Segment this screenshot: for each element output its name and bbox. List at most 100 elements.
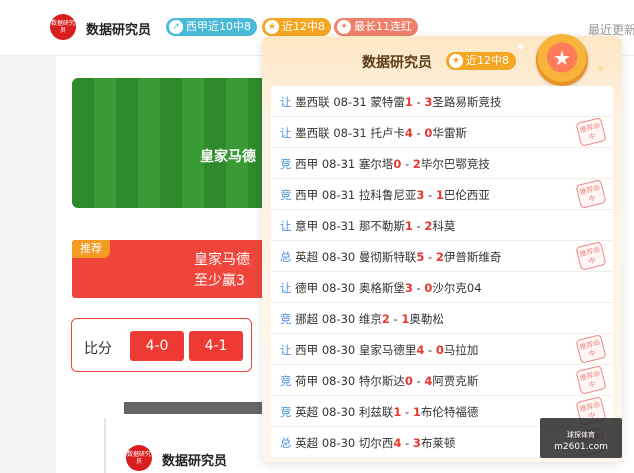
score-separator: - [412,219,425,233]
score-separator: - [401,405,413,419]
avatar-text: 数据研究员 [50,20,75,34]
sparkle-icon: ✦ [516,40,527,54]
away-team: 布莱顿 [420,436,456,450]
recent-record-tag: ★ 近12中8 [446,52,516,70]
match-date: 08-30 [321,281,356,295]
avatar[interactable]: 数据研究员 [50,14,76,40]
record-popup: ✦ ✦ 数据研究员 ★ 近12中8 ★ 让 墨西联 08-31 蒙特雷1 - 3… [262,34,622,462]
league: 英超 [295,250,319,264]
sparkle-icon: ✦ [596,62,607,76]
match-date: 08-31 [321,219,356,233]
score-separator: - [389,312,402,326]
home-score: 1 [404,95,413,109]
score-prediction: 比分 4-0 4-1 [71,318,252,372]
tag-label: 最长11连红 [354,20,412,33]
league-record-tag[interactable]: ↗ 西甲近10中8 [166,18,257,36]
away-team: 圣路易斯竞技 [432,95,502,109]
score-option[interactable]: 4-1 [189,331,243,361]
recent-record-tag[interactable]: ★ 近12中8 [262,18,331,36]
list-item[interactable]: 让 墨西联 08-31 蒙特雷1 - 3圣路易斯竞技 [271,86,613,117]
match-record: 让 墨西联 08-31 蒙特雷1 - 3圣路易斯竞技 [280,94,501,110]
away-team: 伊普斯维奇 [443,250,502,264]
away-team: 沙尔克04 [432,281,482,295]
away-team: 毕尔巴鄂竞技 [420,157,490,171]
list-item[interactable]: 竞 西甲 08-31 塞尔塔0 - 2毕尔巴鄂竞技 [271,148,613,179]
home-team: 利兹联 [358,405,394,419]
match-date: 08-30 [321,436,356,450]
avatar[interactable]: 数据研究员 [126,445,152,471]
list-item[interactable]: 竞 西甲 08-31 拉科鲁尼亚3 - 1巴伦西亚 推荐命中 [271,179,613,210]
away-score: 1 [435,188,444,202]
expert-name[interactable]: 数据研究员 [86,19,151,38]
fire-icon: ✦ [337,20,351,34]
match-record: 让 西甲 08-30 皇家马德里4 - 0马拉加 [280,342,478,358]
list-item[interactable]: 让 墨西联 08-31 托卢卡4 - 0华雷斯 推荐命中 [271,117,613,148]
match-record: 竞 西甲 08-31 塞尔塔0 - 2毕尔巴鄂竞技 [280,156,490,172]
home-team: 奥格斯堡 [358,281,405,295]
list-item[interactable]: 让 西甲 08-30 皇家马德里4 - 0马拉加 推荐命中 [271,334,613,365]
banner-title: 皇家马德 [200,149,256,165]
streak-tag[interactable]: ✦ 最长11连红 [334,18,418,36]
list-item[interactable]: 让 意甲 08-31 那不勒斯1 - 2科莫 [271,210,613,241]
score-separator: - [401,157,413,171]
match-date: 08-31 [321,157,356,171]
league: 墨西联 [295,95,330,109]
list-item[interactable]: 让 德甲 08-30 奥格斯堡3 - 0沙尔克04 [271,272,613,303]
bet-type: 竞 [280,188,292,202]
home-team: 特尔斯达 [358,374,405,388]
score-label: 比分 [84,341,112,357]
list-item[interactable]: 竞 荷甲 08-30 特尔斯达0 - 4阿贾克斯 推荐命中 [271,365,613,396]
match-date: 08-31 [321,188,356,202]
match-record: 总 英超 08-30 曼彻斯特联5 - 2伊普斯维奇 [280,249,501,265]
divider [104,418,106,473]
avatar-text: 数据研究员 [126,451,151,465]
league: 西甲 [295,188,319,202]
home-team: 塞尔塔 [358,157,394,171]
match-record: 让 墨西联 08-31 托卢卡4 - 0华雷斯 [280,125,467,141]
bet-type: 总 [280,436,292,450]
match-record: 竞 荷甲 08-30 特尔斯达0 - 4阿贾克斯 [280,373,478,389]
away-team: 布伦特福德 [420,405,479,419]
home-team: 那不勒斯 [358,219,405,233]
score-option[interactable]: 4-0 [130,331,184,361]
list-item[interactable]: 总 英超 08-30 曼彻斯特联5 - 2伊普斯维奇 推荐命中 [271,241,613,272]
list-item[interactable]: 竞 挪超 08-30 维京2 - 1奥勒松 [271,303,613,334]
home-score: 2 [381,312,390,326]
bet-type: 总 [280,250,292,264]
score-separator: - [412,95,425,109]
league: 英超 [295,436,319,450]
league: 西甲 [295,343,319,357]
bet-type: 竞 [280,374,292,388]
match-record: 让 德甲 08-30 奥格斯堡3 - 0沙尔克04 [280,280,482,296]
home-score: 1 [404,219,413,233]
recommend-badge: 推荐 [72,240,110,258]
watermark-url: m2601.com [554,442,608,452]
tag-label: 西甲近10中8 [186,20,251,33]
league: 西甲 [295,157,319,171]
home-team: 蒙特雷 [370,95,405,109]
score-separator: - [424,250,436,264]
hit-stamp: 推荐命中 [575,334,607,364]
medal-star-icon: ★ [536,34,588,86]
away-score: 2 [435,250,444,264]
watermark: 球探体育 m2601.com [540,418,622,458]
tag-label: 近12中8 [466,54,509,67]
home-team: 切尔西 [358,436,394,450]
expert-name[interactable]: 数据研究员 [162,450,227,469]
match-record: 让 意甲 08-31 那不勒斯1 - 2科莫 [280,218,455,234]
hit-stamp: 推荐命中 [575,365,607,395]
trend-icon: ↗ [169,20,183,34]
match-date: 08-30 [321,374,356,388]
away-team: 科莫 [432,219,456,233]
league: 意甲 [295,219,319,233]
score-separator: - [424,343,436,357]
score-separator: - [412,374,425,388]
score-separator: - [412,281,425,295]
home-team: 曼彻斯特联 [358,250,417,264]
recommend-card[interactable]: 推荐 皇家马德 至少赢3 [72,240,282,298]
away-team: 马拉加 [443,343,479,357]
match-banner[interactable]: 皇家马德 [72,78,282,208]
bet-type: 让 [280,126,292,140]
home-score: 0 [404,374,413,388]
home-team: 皇家马德里 [358,343,417,357]
